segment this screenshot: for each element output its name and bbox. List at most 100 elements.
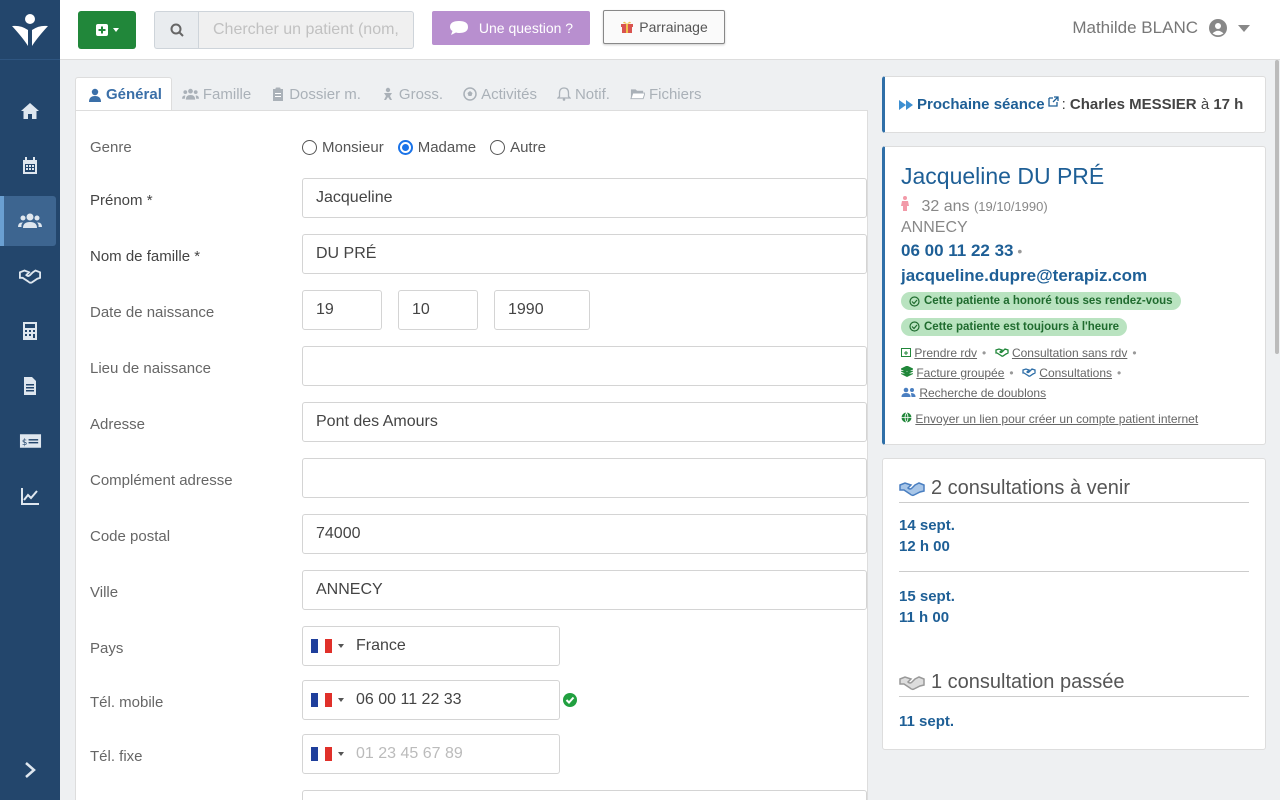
past-item-1[interactable]: 11 sept. [899,697,1249,732]
tab-notifications[interactable]: Notif. [547,77,620,111]
lieu-label: Lieu de naissance [90,360,211,377]
next-session-at: à [1200,96,1210,113]
landline-phone-input[interactable]: 01 23 45 67 89 [302,734,560,774]
genre-option-autre[interactable]: Autre [490,139,546,156]
france-flag-icon [311,747,332,761]
nav-documents[interactable] [0,361,60,411]
radio-label: Autre [510,139,546,156]
tab-activities[interactable]: Activités [453,77,547,111]
grouped-invoice-link[interactable]: Facture groupée [916,366,1004,380]
tab-files[interactable]: Fichiers [620,77,712,111]
consultation-without-appointment-link[interactable]: Consultation sans rdv [1012,346,1127,360]
caret-down-icon [338,698,344,702]
radio-button[interactable] [490,140,506,155]
flag-dropdown[interactable] [311,639,356,653]
next-session-patient: Charles MESSIER [1069,96,1197,113]
upcoming-item-2[interactable]: 15 sept. 11 h 00 [899,572,1249,628]
complement-label: Complément adresse [90,472,233,489]
patient-birthdate: (19/10/1990) [973,199,1048,214]
prenom-label: Prénom * [90,192,153,209]
actions-line-4: Envoyer un lien pour créer un compte pat… [901,409,1249,429]
next-field-input[interactable] [302,790,867,800]
users-icon [18,213,42,228]
ville-label: Ville [90,584,119,601]
comment-icon [449,20,468,35]
patient-phone[interactable]: 06 00 11 22 33 [901,241,1014,260]
upcoming-title: 2 consultations à venir [931,477,1131,499]
forward-icon [899,99,913,110]
consultations-link[interactable]: Consultations [1039,366,1112,380]
nav-statistics[interactable] [0,471,60,521]
badge-row-2: Cette patiente est toujours à l'heure [901,312,1249,338]
flag-dropdown[interactable] [311,747,356,761]
nav-calendar[interactable] [0,141,60,191]
search-addon[interactable] [154,11,198,49]
nav-billing[interactable]: $ [0,416,60,466]
mobile-phone-input[interactable]: 06 00 11 22 33 [302,680,560,720]
caret-down-icon [112,28,119,32]
genre-option-madame[interactable]: Madame [397,139,477,156]
patient-search [154,11,414,49]
ville-input[interactable]: ANNECY [302,570,867,610]
birth-day-input[interactable]: 19 [302,290,382,330]
code-postal-input[interactable]: 74000 [302,514,867,554]
nav-consultations[interactable] [0,251,60,301]
country-select[interactable]: France [302,626,560,666]
plus-square-icon [95,24,108,36]
user-menu[interactable]: Mathilde BLANC [1072,18,1250,38]
radio-button[interactable] [302,140,317,155]
nav-patients[interactable] [0,196,56,246]
scrollbar-thumb[interactable] [1275,60,1279,354]
tab-family[interactable]: Famille [172,77,261,111]
patient-tabs: Général Famille Dossier m. Gross. Activi… [75,77,711,111]
adresse-input[interactable]: Pont des Amours [302,402,867,442]
handshake-icon [899,675,925,690]
tab-label: Famille [202,85,252,103]
send-account-link[interactable]: Envoyer un lien pour créer un compte pat… [915,412,1198,426]
user-caret-icon [1238,24,1250,32]
actions-line-2: Facture groupée • Consultations • [900,363,1249,383]
topbar: Une question ? Parrainage Mathilde BLANC [60,0,1280,60]
tab-medical-file[interactable]: Dossier m. [261,77,371,111]
tab-general[interactable]: Général [75,77,172,111]
fixe-label: Tél. fixe [90,748,143,765]
lieu-input[interactable] [302,346,867,386]
complement-input[interactable] [302,458,867,498]
separator: : [1061,96,1066,113]
nav-calculator[interactable] [0,306,60,356]
birth-year-input[interactable]: 1990 [494,290,590,330]
upcoming-item-1[interactable]: 14 sept. 12 h 00 [899,503,1249,571]
radio-button-checked[interactable] [397,140,413,155]
sidebar-expand-button[interactable] [0,750,60,790]
referral-button[interactable]: Parrainage [603,10,725,44]
radio-label: Madame [417,139,477,156]
calendar-icon [23,157,37,174]
app-logo[interactable] [0,0,60,60]
prenom-input[interactable]: Jacqueline [302,178,867,218]
badge-label: Cette patiente a honoré tous ses rendez-… [924,295,1173,307]
radio-label: Monsieur [322,139,384,156]
page-scrollbar[interactable] [1274,60,1280,360]
book-appointment-link[interactable]: Prendre rdv [914,346,977,360]
badge-row-1: Cette patiente a honoré tous ses rendez-… [901,286,1249,312]
check-circle-icon [563,693,577,707]
duplicate-search-link[interactable]: Recherche de doublons [919,386,1046,400]
tab-pregnancy[interactable]: Gross. [371,77,453,111]
past-consultations-header: 1 consultation passée [899,671,1249,697]
check-circle-outline-icon [909,295,920,307]
new-item-button[interactable] [78,11,136,49]
actions-line-3: Recherche de doublons [901,383,1249,403]
patient-city: ANNECY [901,219,968,236]
flag-dropdown[interactable] [311,693,356,707]
patient-phone-line: 06 00 11 22 33 • [901,241,1023,260]
birth-month-input[interactable]: 10 [398,290,478,330]
home-icon [21,103,39,119]
nom-input[interactable]: DU PRÉ [302,234,867,274]
next-session-link[interactable]: Prochaine séance [917,96,1045,113]
genre-option-monsieur[interactable]: Monsieur [302,139,384,156]
patient-email[interactable]: jacqueline.dupre@terapiz.com [901,266,1249,286]
search-input[interactable] [198,11,414,49]
question-button[interactable]: Une question ? [432,11,590,45]
check-circle-outline-icon [909,321,920,332]
nav-home[interactable] [0,86,60,136]
